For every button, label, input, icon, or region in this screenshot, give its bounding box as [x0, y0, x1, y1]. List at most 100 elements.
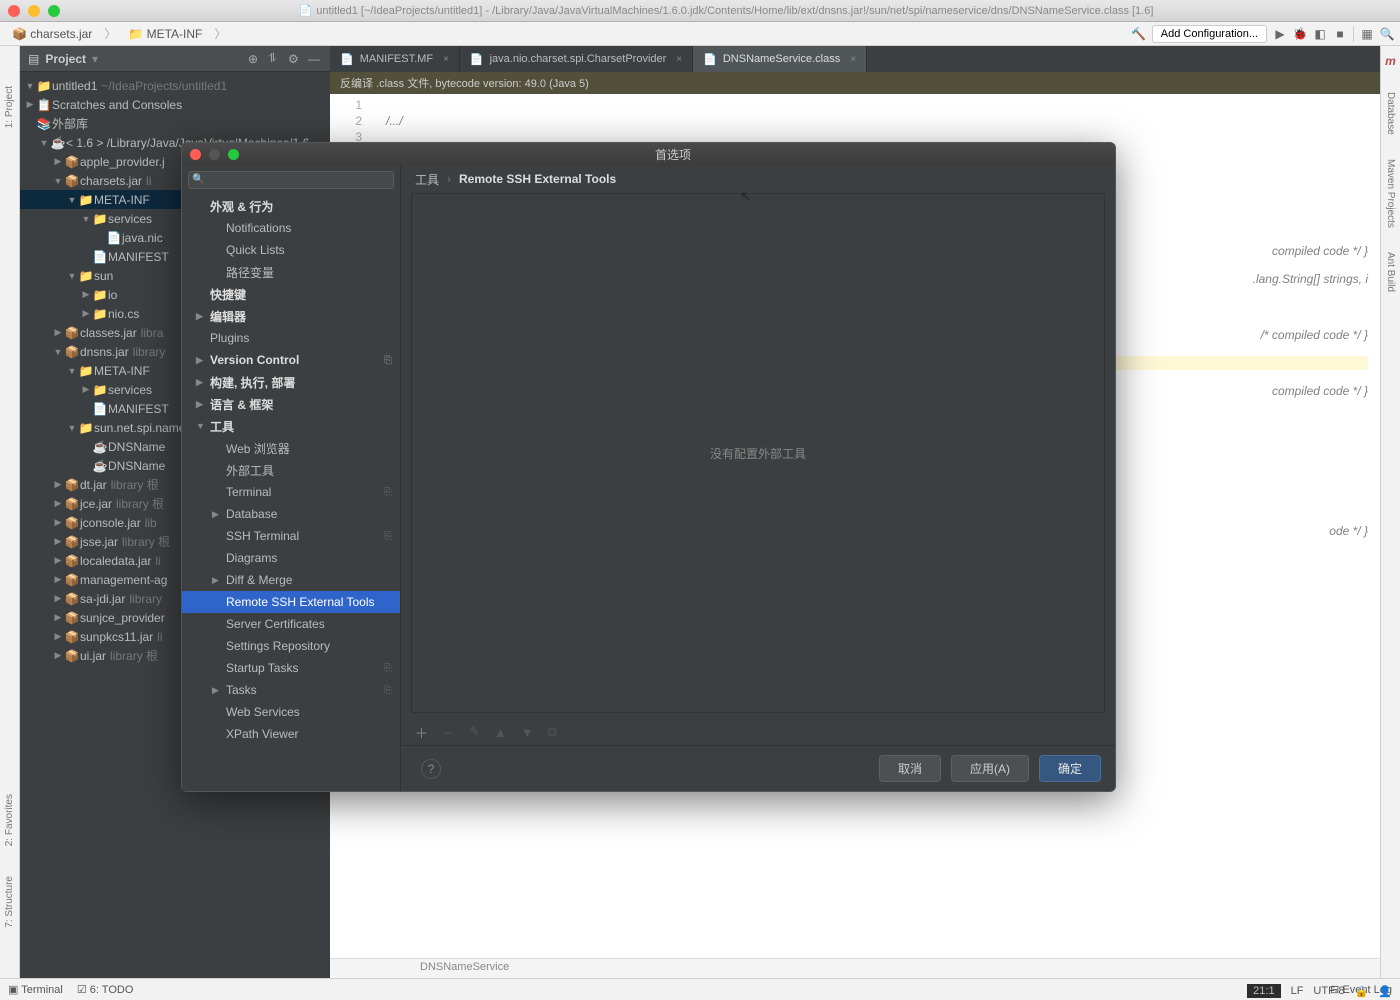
cancel-button[interactable]: 取消 — [879, 755, 941, 782]
breadcrumb-item[interactable]: 📁 META-INF — [122, 25, 208, 43]
prefs-tree-item[interactable]: ▶语言 & 框架 — [182, 393, 400, 415]
prefs-tree-item[interactable]: Web 浏览器 — [182, 437, 400, 459]
copy-button[interactable]: ⧉ — [548, 724, 557, 740]
code-fragment: compiled code */ } — [1272, 244, 1368, 258]
prefs-tree-item[interactable]: 快捷键 — [182, 283, 400, 305]
right-tool-stripe: m Database Maven Projects Ant Build — [1380, 46, 1400, 978]
tool-structure[interactable]: 7: Structure — [4, 876, 15, 928]
mac-titlebar: 📄untitled1 [~/IdeaProjects/untitled1] - … — [0, 0, 1400, 22]
encoding[interactable]: UTF-8 — [1313, 985, 1344, 997]
code-fragment: ode */ } — [1329, 524, 1368, 538]
prefs-tree-item[interactable]: Web Services — [182, 701, 400, 723]
close-icon[interactable] — [190, 149, 201, 160]
code-fragment: /* compiled code */ } — [1261, 328, 1368, 342]
prefs-tree-item[interactable]: ▶Diff & Merge — [182, 569, 400, 591]
tool-ant[interactable]: Ant Build — [1385, 252, 1396, 292]
prefs-tree-item[interactable]: Diagrams — [182, 547, 400, 569]
prefs-tree-item[interactable]: Settings Repository — [182, 635, 400, 657]
add-configuration-button[interactable]: Add Configuration... — [1152, 25, 1267, 43]
up-button[interactable]: ▲ — [494, 725, 507, 740]
tool-maven[interactable]: Maven Projects — [1385, 159, 1396, 228]
collapse-icon[interactable]: ⥮ — [268, 51, 282, 66]
prefs-category-tree[interactable]: 外观 & 行为NotificationsQuick Lists路径变量快捷键▶编… — [182, 195, 400, 791]
left-tool-stripe: 1: Project 2: Favorites 7: Structure — [0, 46, 20, 978]
breadcrumb-item[interactable]: 📦 charsets.jar — [6, 25, 98, 43]
edit-button[interactable]: ✎ — [469, 724, 480, 740]
close-tab-icon[interactable]: × — [676, 54, 682, 65]
maximize-icon[interactable] — [228, 149, 239, 160]
prefs-breadcrumb: 工具›Remote SSH External Tools — [401, 165, 1115, 193]
prefs-tree-item[interactable]: XPath Viewer — [182, 723, 400, 745]
editor-tab[interactable]: 📄java.nio.charset.spi.CharsetProvider× — [460, 46, 693, 72]
prefs-tree-item[interactable]: Remote SSH External Tools — [182, 591, 400, 613]
prefs-sidebar: 🔍 外观 & 行为NotificationsQuick Lists路径变量快捷键… — [182, 165, 401, 791]
gear-icon[interactable]: ⚙ — [288, 52, 302, 66]
add-button[interactable]: ＋ — [415, 723, 428, 742]
prefs-tree-item[interactable]: ▶Database — [182, 503, 400, 525]
close-tab-icon[interactable]: × — [850, 54, 856, 65]
hammer-icon[interactable]: 🔨 — [1132, 27, 1146, 41]
minimize-icon[interactable] — [28, 5, 40, 17]
tool-project[interactable]: 1: Project — [4, 86, 15, 128]
tree-row[interactable]: 📚外部库 — [20, 114, 330, 133]
chevron-right-icon: 〉 — [214, 25, 226, 42]
prefs-tree-item[interactable]: ▼工具 — [182, 415, 400, 437]
prefs-tree-item[interactable]: 外部工具 — [182, 459, 400, 481]
prefs-tree-item[interactable]: Server Certificates — [182, 613, 400, 635]
close-icon[interactable] — [8, 5, 20, 17]
prefs-tree-item[interactable]: ▶构建, 执行, 部署 — [182, 371, 400, 393]
editor-tab[interactable]: 📄MANIFEST.MF× — [330, 46, 460, 72]
prefs-tree-item[interactable]: SSH Terminal⎘ — [182, 525, 400, 547]
inspector-icon[interactable]: 👤 — [1378, 985, 1392, 998]
target-icon[interactable]: ⊕ — [248, 52, 262, 66]
close-tab-icon[interactable]: × — [443, 54, 449, 65]
prefs-tree-item[interactable]: 路径变量 — [182, 261, 400, 283]
tool-terminal[interactable]: ▣ Terminal — [8, 983, 63, 996]
editor-tab[interactable]: 📄DNSNameService.class× — [693, 46, 867, 72]
code-fragment: .lang.String[] strings, i — [1253, 272, 1368, 286]
remove-button[interactable]: － — [442, 723, 455, 742]
help-button[interactable]: ? — [421, 759, 441, 779]
search-icon[interactable]: 🔍 — [1380, 27, 1394, 41]
coverage-icon[interactable]: ◧ — [1313, 27, 1327, 41]
preferences-dialog: 首选项 🔍 外观 & 行为NotificationsQuick Lists路径变… — [181, 142, 1116, 792]
traffic-lights — [8, 5, 60, 17]
tool-database[interactable]: Database — [1385, 92, 1396, 135]
prefs-tree-item[interactable]: Plugins — [182, 327, 400, 349]
editor-tabs: 📄MANIFEST.MF×📄java.nio.charset.spi.Chars… — [330, 46, 1380, 72]
prefs-content-toolbar: ＋ － ✎ ▲ ▼ ⧉ — [401, 719, 1115, 745]
line-separator[interactable]: LF — [1291, 985, 1304, 997]
prefs-footer: ? 取消 应用(A) 确定 — [401, 745, 1115, 791]
prefs-tree-item[interactable]: ▶Version Control⎘ — [182, 349, 400, 371]
prefs-tree-item[interactable]: ▶Tasks⎘ — [182, 679, 400, 701]
down-button[interactable]: ▼ — [521, 725, 534, 740]
prefs-tree-item[interactable]: ▶编辑器 — [182, 305, 400, 327]
layout-icon[interactable]: ▦ — [1360, 27, 1374, 41]
prefs-tree-item[interactable]: Quick Lists — [182, 239, 400, 261]
search-icon: 🔍 — [192, 174, 204, 185]
lock-icon[interactable]: 🔒 — [1355, 985, 1369, 998]
minimize-icon — [209, 149, 220, 160]
prefs-tree-item[interactable]: 外观 & 行为 — [182, 195, 400, 217]
prefs-tree-item[interactable]: Startup Tasks⎘ — [182, 657, 400, 679]
hide-icon[interactable]: — — [308, 52, 322, 66]
prefs-search-input[interactable] — [188, 171, 394, 189]
caret-position[interactable]: 21:1 — [1247, 984, 1280, 998]
tree-row[interactable]: ▼📁untitled1~/IdeaProjects/untitled1 — [20, 76, 330, 95]
tool-todo[interactable]: ☑ 6: TODO — [77, 983, 134, 996]
code-fragment: compiled code */ } — [1272, 384, 1368, 398]
tree-row[interactable]: ▶📋Scratches and Consoles — [20, 95, 330, 114]
run-icon[interactable]: ▶ — [1273, 27, 1287, 41]
prefs-tree-item[interactable]: Terminal⎘ — [182, 481, 400, 503]
prefs-content-area: 没有配置外部工具 — [411, 193, 1105, 713]
apply-button[interactable]: 应用(A) — [951, 755, 1029, 782]
stop-icon[interactable]: ■ — [1333, 27, 1347, 41]
prefs-tree-item[interactable]: Notifications — [182, 217, 400, 239]
tool-favorites[interactable]: 2: Favorites — [4, 794, 15, 846]
status-bar: ▣ Terminal ☑ 6: TODO ⊟ Event Log — [0, 978, 1400, 1000]
editor-crumbbar[interactable]: DNSNameService — [330, 958, 1380, 978]
maximize-icon[interactable] — [48, 5, 60, 17]
project-panel-title: Project — [45, 52, 86, 66]
ok-button[interactable]: 确定 — [1039, 755, 1101, 782]
debug-icon[interactable]: 🐞 — [1293, 27, 1307, 41]
